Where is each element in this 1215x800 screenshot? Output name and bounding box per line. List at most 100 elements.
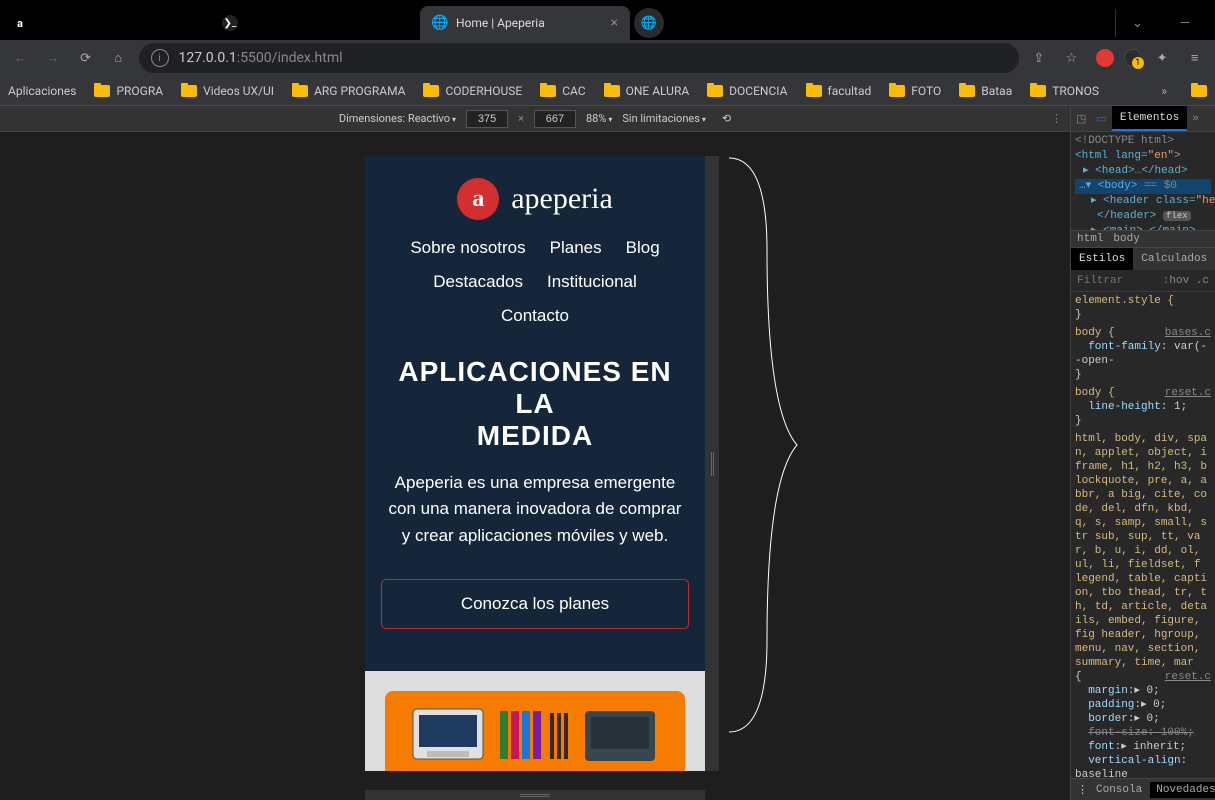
rotate-icon[interactable]: ⟲	[722, 112, 731, 125]
tab-2[interactable]: ❯_	[210, 6, 420, 40]
folder-icon	[889, 85, 905, 97]
url-path: /index.html	[272, 50, 343, 66]
folder-icon	[181, 85, 197, 97]
inspect-icon[interactable]: ◳	[1071, 112, 1091, 126]
hov-toggle[interactable]: :hov .c	[1163, 275, 1209, 287]
logo-badge-icon: a	[457, 178, 499, 220]
devtools-panel: ◳ ▭ Elementos » <!DOCTYPE html> <html la…	[1070, 106, 1215, 800]
tab-whatsnew[interactable]: Novedades	[1150, 782, 1215, 798]
logo-text: apeperia	[511, 182, 613, 216]
site-info-icon[interactable]: i	[151, 49, 169, 67]
hero-subtitle: Apeperia es una empresa emergentecon una…	[365, 456, 705, 579]
bookmark-coder[interactable]: CODERHOUSE	[423, 84, 522, 98]
dom-tree[interactable]: <!DOCTYPE html> <html lang="en"> ▸ <head…	[1071, 132, 1215, 230]
folder-icon	[292, 85, 308, 97]
viewport-canvas: a apeperia Sobre nosotros Planes Blog De…	[0, 132, 1070, 800]
hero-title: APLICACIONES EN LAMEDIDA	[365, 342, 705, 456]
extension-icon-2[interactable]	[1124, 49, 1142, 67]
share-icon[interactable]: ⇪	[1027, 44, 1052, 72]
favicon-a-icon: a	[12, 15, 28, 31]
folder-icon	[604, 85, 620, 97]
tab-console[interactable]: Consola	[1096, 784, 1142, 796]
bookmarks-overflow-button[interactable]: »	[1161, 84, 1167, 98]
extensions-puzzle-icon[interactable]: ✦	[1150, 44, 1175, 72]
folder-icon	[1030, 85, 1046, 97]
favicon-globe-icon: 🌐	[432, 15, 448, 31]
url-host: 127.0.0.1	[179, 50, 237, 66]
tab-styles[interactable]: Estilos	[1071, 248, 1133, 270]
throttle-dropdown[interactable]: Sin limitaciones	[622, 112, 706, 125]
nav-link[interactable]: Institucional	[547, 272, 637, 292]
devtools-tabstrip: ◳ ▭ Elementos »	[1071, 106, 1215, 132]
favicon-globe-icon: 🌐	[641, 16, 657, 31]
tabs-dropdown-button[interactable]: ⌄	[1115, 9, 1159, 37]
cta-button[interactable]: Conozca los planes	[381, 579, 689, 629]
device-toolbar: Dimensiones: Reactivo × 88% Sin limitaci…	[0, 106, 1070, 132]
dim-separator: ×	[518, 112, 524, 125]
tab-title: Home | Apeperia	[456, 16, 545, 30]
styles-tabstrip: Estilos Calculados Diseño	[1071, 248, 1215, 270]
bookmark-foto[interactable]: FOTO	[889, 84, 941, 98]
resize-handle-right[interactable]	[705, 156, 719, 771]
bookmark-bataa[interactable]: Bataa	[959, 84, 1012, 98]
extension-icon-1[interactable]	[1096, 49, 1114, 67]
width-input[interactable]	[466, 110, 508, 128]
tab-elements[interactable]: Elementos	[1112, 106, 1187, 131]
hero-illustration	[365, 671, 705, 771]
bookmark-facultad[interactable]: facultad	[806, 84, 872, 98]
tab-1[interactable]: a	[0, 6, 210, 40]
styles-filter-input[interactable]	[1077, 275, 1137, 287]
dimensions-dropdown[interactable]: Dimensiones: Reactivo	[339, 112, 456, 125]
folder-icon	[707, 85, 723, 97]
folder-icon	[806, 85, 822, 97]
console-drawer-tabs: ⋮ Consola Novedades ×	[1071, 778, 1215, 800]
zoom-dropdown[interactable]: 88%	[586, 112, 612, 125]
tab-3-active[interactable]: 🌐 Home | Apeperia ×	[420, 6, 630, 40]
device-viewport-area: Dimensiones: Reactivo × 88% Sin limitaci…	[0, 106, 1070, 800]
nav-link[interactable]: Blog	[626, 238, 660, 258]
bookmarks-bar: Aplicaciones PROGRA Videos UX/UI ARG PRO…	[0, 76, 1215, 106]
bookmark-docencia[interactable]: DOCENCIA	[707, 84, 787, 98]
tabs-overflow-icon[interactable]: »	[1187, 113, 1204, 125]
window-minimize-button[interactable]: —	[1163, 9, 1207, 37]
dom-breadcrumbs[interactable]: htmlbody	[1071, 230, 1215, 248]
url-port: :5500	[237, 50, 272, 66]
device-menu-icon[interactable]: ⋮	[1051, 112, 1062, 125]
illustration-icon	[385, 691, 685, 771]
bookmark-aplicaciones[interactable]: Aplicaciones	[8, 84, 76, 98]
nav-link[interactable]: Planes	[550, 238, 602, 258]
browser-tab-strip: a ❯_ 🌐 Home | Apeperia × 🌐 ⌄ —	[0, 0, 1215, 40]
page-preview[interactable]: a apeperia Sobre nosotros Planes Blog De…	[365, 156, 705, 771]
nav-back-button[interactable]: ←	[8, 44, 33, 72]
tab-4[interactable]: 🌐	[634, 8, 664, 38]
favicon-terminal-icon: ❯_	[222, 15, 238, 31]
nav-reload-button[interactable]: ⟳	[73, 44, 98, 72]
device-toggle-icon[interactable]: ▭	[1091, 112, 1111, 126]
browser-toolbar: ← → ⟳ ⌂ i 127.0.0.1:5500/index.html ⇪ ☆ …	[0, 40, 1215, 76]
styles-filter-row: :hov .c	[1071, 270, 1215, 292]
annotation-curly-brace	[719, 150, 807, 740]
nav-forward-button[interactable]: →	[41, 44, 66, 72]
nav-link[interactable]: Contacto	[501, 306, 569, 326]
bookmark-cac[interactable]: CAC	[540, 84, 585, 98]
height-input[interactable]	[534, 110, 576, 128]
site-logo: a apeperia	[365, 156, 705, 234]
bookmark-progra[interactable]: PROGRA	[94, 84, 163, 98]
overflow-menu-icon[interactable]: ≡	[1182, 44, 1207, 72]
folder-icon	[423, 85, 439, 97]
bookmark-videos[interactable]: Videos UX/UI	[181, 84, 274, 98]
nav-link[interactable]: Sobre nosotros	[410, 238, 525, 258]
address-bar[interactable]: i 127.0.0.1:5500/index.html	[139, 43, 1019, 73]
bookmark-alura[interactable]: ONE ALURA	[604, 84, 690, 98]
drawer-menu-icon[interactable]: ⋮	[1077, 783, 1088, 797]
bookmark-arg[interactable]: ARG PROGRAMA	[292, 84, 405, 98]
tab-close-icon[interactable]: ×	[611, 15, 618, 31]
site-nav: Sobre nosotros Planes Blog Destacados In…	[365, 234, 705, 342]
tab-computed[interactable]: Calculados	[1133, 248, 1215, 270]
styles-pane[interactable]: element.style {} body {bases.c font-fami…	[1071, 292, 1215, 778]
nav-home-button[interactable]: ⌂	[106, 44, 131, 72]
nav-link[interactable]: Destacados	[433, 272, 523, 292]
bookmark-star-icon[interactable]: ☆	[1059, 44, 1084, 72]
bookmark-tronos[interactable]: TRONOS	[1030, 84, 1099, 98]
resize-handle-bottom[interactable]	[365, 790, 705, 800]
